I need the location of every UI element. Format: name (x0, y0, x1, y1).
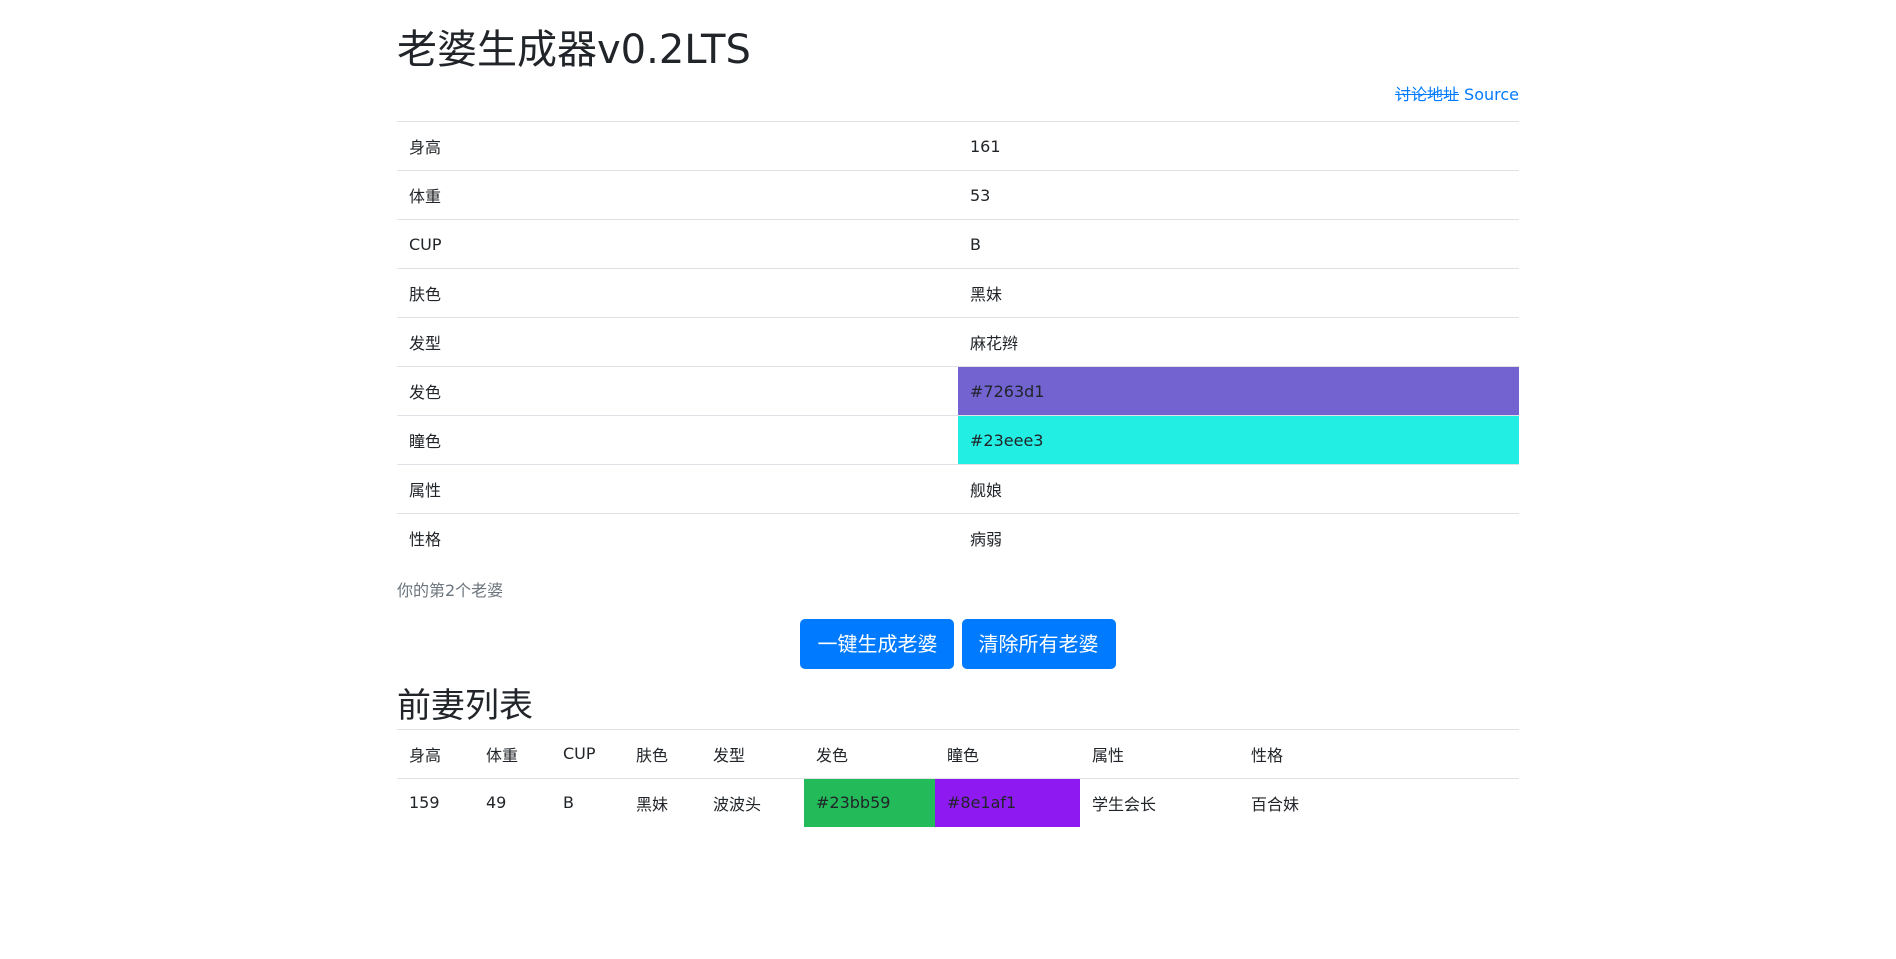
column-header: 瞳色 (935, 728, 1080, 778)
action-buttons: 一键生成老婆 清除所有老婆 (397, 618, 1519, 669)
attribute-value: 黑妹 (958, 268, 1519, 318)
attribute-name: 发型 (397, 317, 958, 367)
hair-color-swatch: #7263d1 (958, 366, 1519, 416)
column-header: 性格 (1239, 728, 1519, 778)
table-row: 发色 #7263d1 (397, 366, 1519, 416)
attribute-value: 161 (958, 121, 1519, 171)
attribute-name: 属性 (397, 464, 958, 514)
table-row: 体重 53 (397, 170, 1519, 220)
column-header: 身高 (397, 728, 474, 778)
ex-list-title: 前妻列表 (397, 685, 533, 726)
column-header: 属性 (1080, 728, 1239, 778)
table-cell: 159 (397, 777, 474, 827)
eye-color-swatch: #23eee3 (958, 415, 1519, 465)
column-header: 肤色 (624, 728, 701, 778)
eye-color-swatch: #8e1af1 (935, 777, 1080, 827)
clear-wives-button[interactable]: 清除所有老婆 (961, 618, 1116, 669)
table-row: 肤色 黑妹 (397, 268, 1519, 318)
header-links: 讨论地址 Source (397, 80, 1519, 110)
column-header: 发型 (701, 728, 804, 778)
table-cell: 黑妹 (624, 777, 701, 827)
table-row: 性格 病弱 (397, 513, 1519, 563)
table-row: CUP B (397, 219, 1519, 269)
generate-wife-button[interactable]: 一键生成老婆 (800, 618, 955, 669)
table-cell: 49 (474, 777, 551, 827)
ex-wives-table: 身高 体重 CUP 肤色 发型 发色 瞳色 属性 性格 159 49 B 黑妹 … (397, 728, 1519, 827)
page-container: 老婆生成器v0.2LTS 讨论地址 Source 身高 161 体重 53 CU… (397, 0, 1519, 827)
table-row: 发型 麻花辫 (397, 317, 1519, 367)
table-cell: B (551, 777, 624, 827)
table-row: 属性 舰娘 (397, 464, 1519, 514)
attribute-value: 53 (958, 170, 1519, 220)
column-header: CUP (551, 728, 624, 778)
discussion-link[interactable]: 讨论地址 (1395, 85, 1459, 104)
attribute-value: 麻花辫 (958, 317, 1519, 367)
column-header: 发色 (804, 728, 935, 778)
table-cell: 波波头 (701, 777, 804, 827)
table-cell: 学生会长 (1080, 777, 1239, 827)
table-row: 瞳色 #23eee3 (397, 415, 1519, 465)
column-header: 体重 (474, 728, 551, 778)
table-row: 159 49 B 黑妹 波波头 #23bb59 #8e1af1 学生会长 百合妹 (397, 777, 1519, 827)
wife-count-text: 你的第2个老婆 (397, 580, 504, 600)
page-title: 老婆生成器v0.2LTS (397, 27, 751, 73)
attribute-name: 瞳色 (397, 415, 958, 465)
attribute-name: CUP (397, 219, 958, 269)
table-cell: 百合妹 (1239, 777, 1519, 827)
source-link[interactable]: Source (1464, 85, 1519, 104)
attribute-value: 舰娘 (958, 464, 1519, 514)
attribute-value: B (958, 219, 1519, 269)
attribute-value: 病弱 (958, 513, 1519, 563)
attribute-name: 性格 (397, 513, 958, 563)
table-row: 身高 161 (397, 121, 1519, 171)
current-wife-table: 身高 161 体重 53 CUP B 肤色 黑妹 发型 麻花辫 发色 #7263… (397, 121, 1519, 563)
attribute-name: 身高 (397, 121, 958, 171)
attribute-name: 肤色 (397, 268, 958, 318)
table-header-row: 身高 体重 CUP 肤色 发型 发色 瞳色 属性 性格 (397, 728, 1519, 778)
attribute-name: 体重 (397, 170, 958, 220)
hair-color-swatch: #23bb59 (804, 777, 935, 827)
attribute-name: 发色 (397, 366, 958, 416)
